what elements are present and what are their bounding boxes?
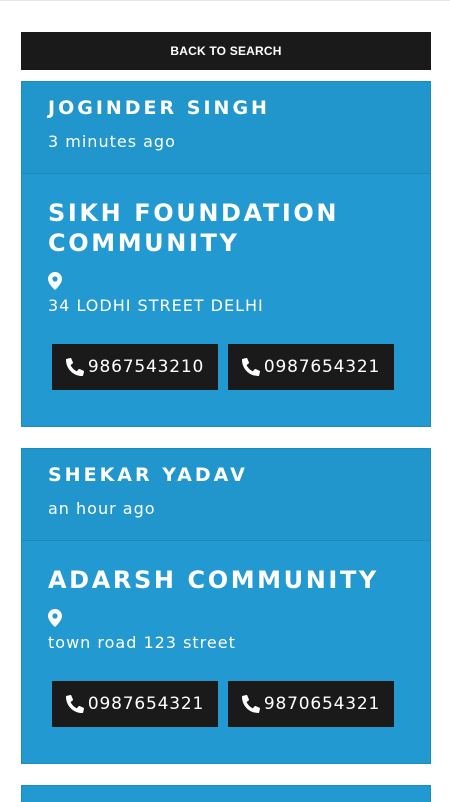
post-time: 3 minutes ago — [48, 132, 176, 151]
phone-icon — [65, 695, 84, 713]
phone-button[interactable]: 0987654321 — [52, 681, 218, 727]
phone-number: 9870654321 — [263, 694, 381, 714]
post-time: an hour ago — [48, 499, 156, 518]
community-name: ADARSH COMMUNITY — [48, 566, 379, 594]
map-marker-icon — [48, 272, 62, 290]
post-card: SHEKAR YADAV an hour ago ADARSH COMMUNIT… — [21, 448, 431, 764]
post-card-header: JOGINDER SINGH 3 minutes ago — [22, 82, 430, 174]
back-to-search-button[interactable]: BACK TO SEARCH — [21, 32, 431, 70]
phone-number: 9867543210 — [87, 357, 205, 377]
post-card-body: SIKH FOUNDATION COMMUNITY 34 LODHI STREE… — [22, 174, 430, 390]
map-marker-icon — [48, 609, 62, 627]
phone-buttons: 9867543210 0987654321 — [52, 344, 430, 390]
page: BACK TO SEARCH JOGINDER SINGH 3 minutes … — [0, 0, 450, 802]
poster-name: JOGINDER SINGH — [48, 97, 270, 119]
phone-button[interactable]: 9870654321 — [228, 681, 394, 727]
phone-icon — [65, 358, 84, 376]
phone-icon — [241, 695, 260, 713]
community-address: 34 LODHI STREET DELHI — [48, 296, 264, 315]
phone-button[interactable]: 0987654321 — [228, 344, 394, 390]
phone-icon — [241, 358, 260, 376]
post-card — [21, 785, 431, 802]
phone-number: 0987654321 — [87, 694, 205, 714]
poster-name: SHEKAR YADAV — [48, 464, 248, 486]
community-address: town road 123 street — [48, 633, 236, 652]
post-card: JOGINDER SINGH 3 minutes ago SIKH FOUNDA… — [21, 81, 431, 427]
phone-button[interactable]: 9867543210 — [52, 344, 218, 390]
community-name: SIKH FOUNDATION COMMUNITY — [48, 199, 340, 257]
phone-buttons: 0987654321 9870654321 — [52, 681, 430, 727]
post-card-header: SHEKAR YADAV an hour ago — [22, 449, 430, 541]
post-card-body: ADARSH COMMUNITY town road 123 street 09… — [22, 541, 430, 727]
phone-number: 0987654321 — [263, 357, 381, 377]
